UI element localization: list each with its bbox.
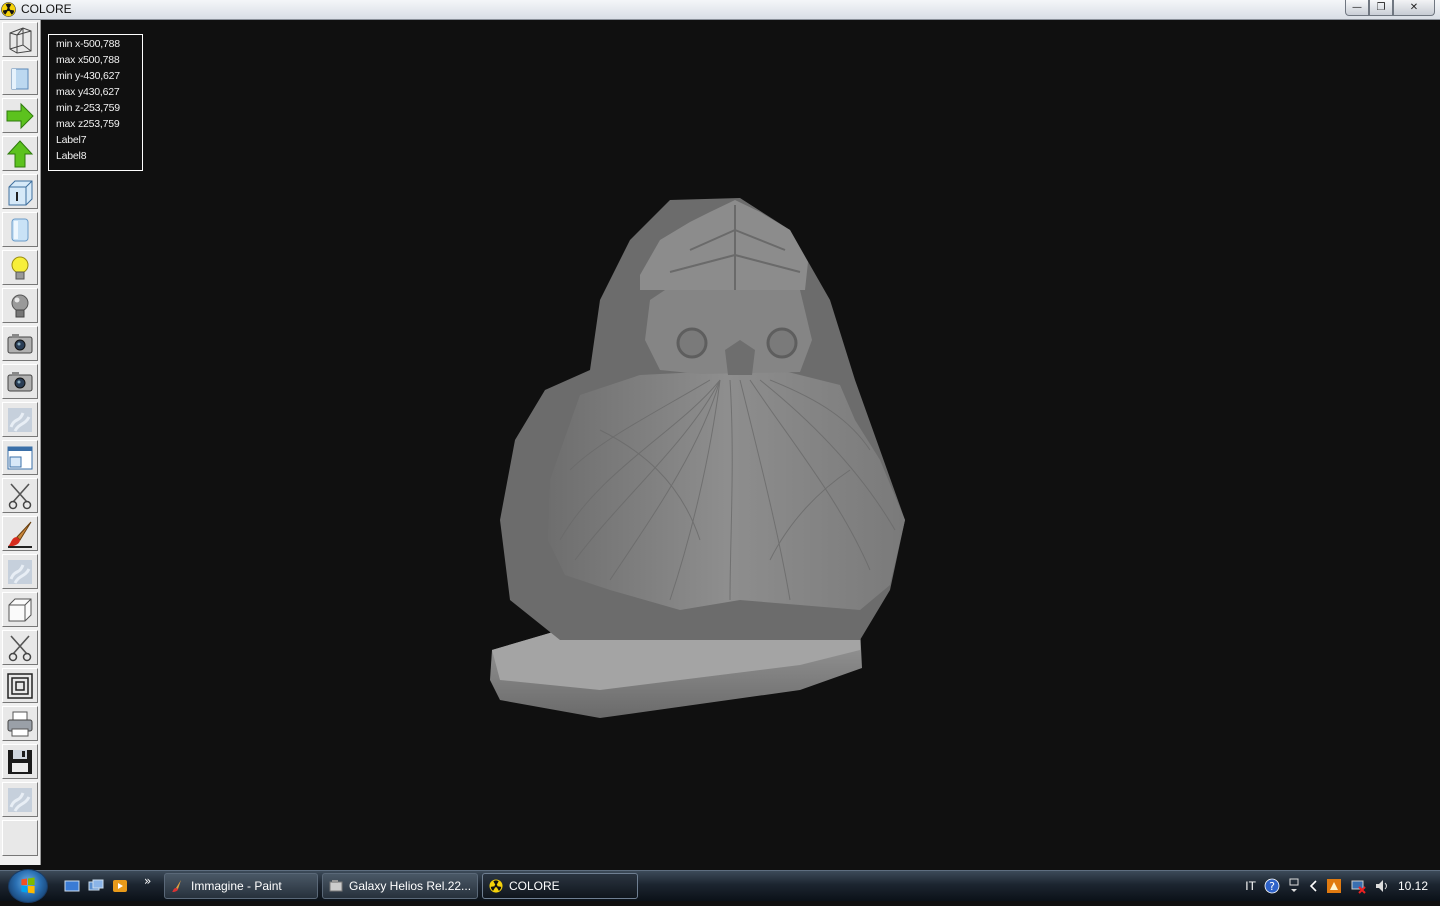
restore-button[interactable]: ❐ [1369,0,1393,16]
texture-3-icon [8,787,32,812]
camera-2-icon [7,371,33,391]
radiation-icon [489,879,503,893]
task-label: Galaxy Helios Rel.22... [349,879,472,893]
empty-tool-slot [2,820,38,856]
cylinder-button[interactable] [2,212,38,247]
close-button[interactable]: ✕ [1393,0,1435,16]
solid-box-button[interactable] [2,60,38,95]
floppy-disk-icon [8,749,32,774]
camera-icon [7,333,33,353]
window-title: COLORE [21,2,72,16]
svg-text:?: ? [1269,880,1275,893]
task-colore[interactable]: COLORE [482,873,638,899]
system-tray: IT ? 10.12 [1245,871,1440,901]
min-z-label: min z-253,759 [56,102,120,114]
title-bar: COLORE — ❐ ✕ [0,0,1440,20]
minimize-button[interactable]: — [1345,0,1369,16]
brush-icon [8,521,32,548]
concentric-squares-button[interactable] [2,668,38,703]
help-icon[interactable]: ? [1264,878,1280,894]
label8: Label8 [56,150,87,162]
arrow-up-button[interactable] [2,136,38,171]
quicklaunch-more-button[interactable]: » [144,874,151,888]
switch-windows-icon[interactable] [88,879,104,893]
task-galaxy-helios[interactable]: Galaxy Helios Rel.22... [322,873,478,899]
minimize-icon: — [1352,2,1362,13]
cube-icon [8,598,32,621]
box-info-icon [8,180,33,205]
wireframe-icon [9,26,32,54]
texture-3-button[interactable] [2,782,38,817]
clock[interactable]: 10.12 [1398,879,1428,893]
3d-model-render[interactable] [41,20,1440,868]
scissors-2-button[interactable] [2,630,38,665]
save-button[interactable] [2,744,38,779]
window-split-icon [7,446,33,469]
cylinder-icon [11,218,29,241]
scissors-icon [8,482,32,509]
bulb-on-icon [11,256,29,279]
media-player-icon[interactable] [112,879,128,893]
texture-button[interactable] [2,402,38,437]
bulb-off-icon [11,294,29,317]
texture-2-button[interactable] [2,554,38,589]
volume-icon[interactable] [1374,878,1390,894]
close-icon: ✕ [1409,2,1419,13]
print-button[interactable] [2,706,38,741]
wireframe-button[interactable] [2,22,38,57]
language-indicator[interactable]: IT [1245,879,1256,893]
label7: Label7 [56,134,87,146]
task-label: Immagine - Paint [191,879,282,893]
language-options-icon[interactable] [1288,878,1300,894]
update-icon[interactable] [1326,878,1342,894]
bounds-info-panel: min x-500,788 max x500,788 min y-430,627… [48,34,143,171]
chevron-left-icon[interactable] [1308,878,1318,894]
helios-icon [329,880,343,892]
paint-icon [172,880,181,892]
min-x-label: min x-500,788 [56,38,120,50]
camera-button[interactable] [2,326,38,361]
network-icon[interactable] [1350,878,1366,894]
show-desktop-icon[interactable] [64,879,80,893]
min-y-label: min y-430,627 [56,70,120,82]
3d-viewport[interactable] [41,20,1440,868]
restore-icon: ❐ [1376,2,1386,13]
texture-2-icon [8,559,32,584]
scissors-button[interactable] [2,478,38,513]
windows-logo-icon [21,877,35,894]
solid-box-icon [11,68,29,89]
radiation-icon [1,2,16,17]
start-button[interactable] [8,869,48,903]
arrow-up-icon [6,139,34,167]
task-paint[interactable]: Immagine - Paint [164,873,318,899]
light-on-button[interactable] [2,250,38,285]
max-x-label: max x500,788 [56,54,120,66]
printer-icon [7,711,33,736]
max-z-label: max z253,759 [56,118,120,130]
cube-button[interactable] [2,592,38,627]
camera-2-button[interactable] [2,364,38,399]
light-off-button[interactable] [2,288,38,323]
left-toolbar [0,20,41,865]
window-split-button[interactable] [2,440,38,475]
max-y-label: max y430,627 [56,86,120,98]
brush-button[interactable] [2,516,38,551]
texture-icon [8,407,32,432]
scissors-2-icon [8,634,32,661]
taskbar: » Immagine - Paint Galaxy Helios Rel.22.… [0,869,1440,903]
arrow-right-button[interactable] [2,98,38,133]
task-label: COLORE [509,879,560,893]
concentric-squares-icon [7,672,33,699]
arrow-right-icon [6,102,34,129]
box-info-button[interactable] [2,174,38,209]
